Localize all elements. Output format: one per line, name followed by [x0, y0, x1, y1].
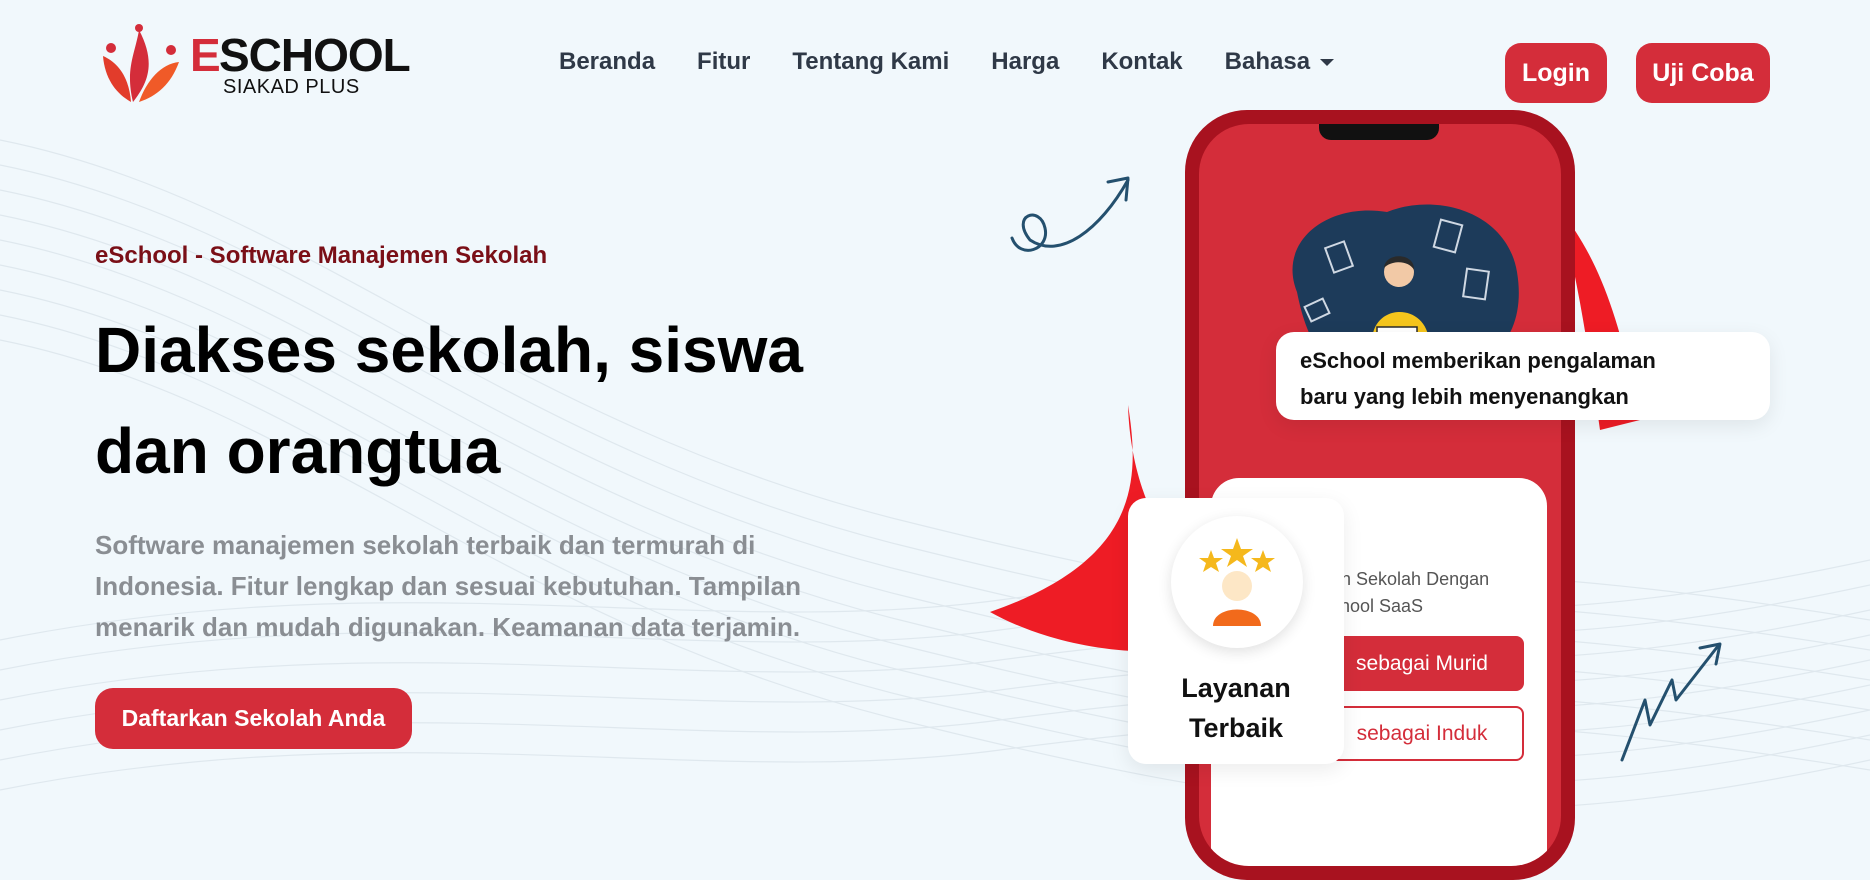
experience-callout: eSchool memberikan pengalaman baru yang … — [1276, 332, 1770, 420]
star-user-icon — [1199, 538, 1275, 626]
card-text-line2: chool SaaS — [1331, 596, 1424, 616]
card-description: en Sekolah Dengan chool SaaS — [1331, 566, 1489, 620]
badge-label: Layanan Terbaik — [1128, 668, 1344, 748]
callout-line1: eSchool memberikan pengalaman — [1300, 348, 1656, 373]
phone-notch — [1319, 124, 1439, 140]
trend-arrow-icon — [1620, 644, 1720, 762]
badge-icon-circle — [1171, 516, 1303, 648]
hero-decorations — [990, 176, 1722, 762]
curly-arrow-icon — [1010, 178, 1130, 252]
badge-line2: Terbaik — [1188, 713, 1284, 743]
callout-line2: baru yang lebih menyenangkan — [1300, 384, 1629, 409]
best-service-badge: Layanan Terbaik — [1128, 498, 1344, 764]
card-text-line1: en Sekolah Dengan — [1331, 569, 1490, 589]
phone-mockup: en Sekolah Dengan chool SaaS sebagai Mur… — [1185, 110, 1575, 880]
badge-line1: Layanan — [1181, 673, 1291, 703]
